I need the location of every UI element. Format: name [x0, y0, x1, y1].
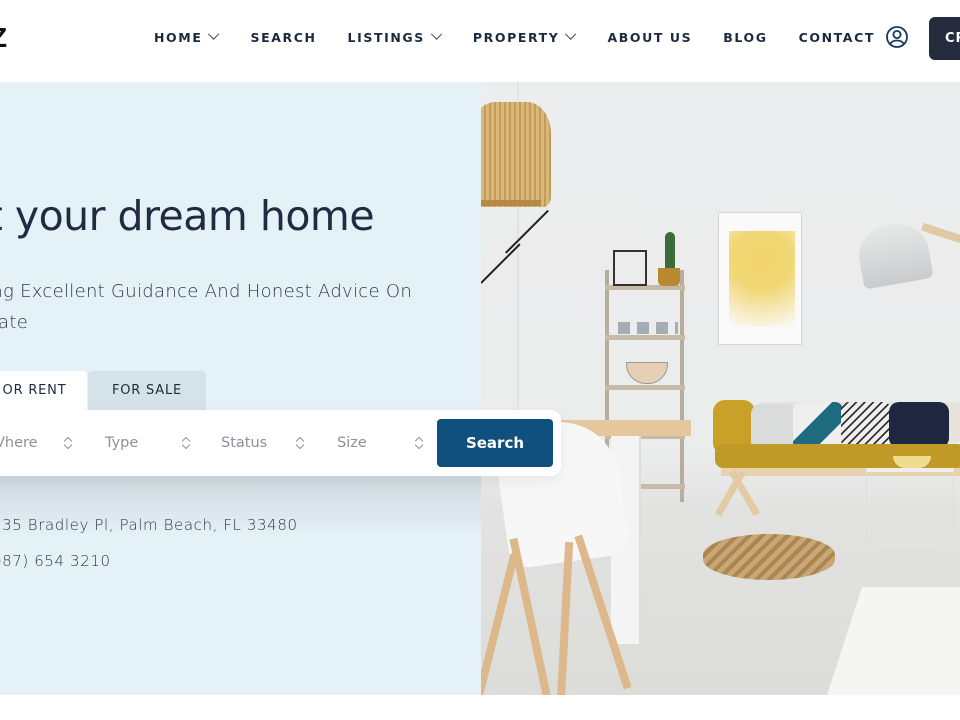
type-select[interactable]: Type: [105, 410, 221, 476]
chair-leg: [556, 541, 574, 695]
size-select-label: Size: [337, 435, 367, 451]
status-select[interactable]: Status: [221, 410, 337, 476]
shelf: [605, 385, 685, 390]
pendant-lamp: [481, 102, 551, 207]
hero-subtitle: viding Excellent Guidance And Honest Adv…: [0, 276, 478, 338]
nav-blog-label: BLOG: [723, 29, 768, 45]
hero-subtitle-line-1: viding Excellent Guidance And Honest Adv…: [0, 281, 413, 302]
chevron-down-icon: [565, 28, 577, 40]
nav-blog[interactable]: BLOG: [723, 28, 767, 46]
select-updown-icon: [64, 437, 72, 449]
select-updown-icon: [296, 437, 304, 449]
cushion: [841, 402, 891, 448]
cushion: [793, 402, 843, 450]
pendant-lamp-rim: [481, 200, 541, 206]
nav-listings-label: LISTINGS: [347, 29, 425, 45]
type-select-label: Type: [105, 435, 139, 451]
search-button[interactable]: Search: [437, 419, 553, 467]
nav-about-us[interactable]: ABOUT US: [607, 28, 692, 46]
create-listing-button[interactable]: CR: [929, 17, 960, 60]
plant-pot: [658, 268, 680, 286]
nav-listings[interactable]: LISTINGS: [347, 28, 443, 46]
user-circle-icon: [886, 26, 908, 48]
nav-about-us-label: ABOUT US: [607, 29, 693, 45]
contact-address: 135 Bradley Pl, Palm Beach, FL 33480: [0, 516, 298, 534]
main-nav: HOME SEARCH LISTINGS PROPERTY ABOUT US B…: [154, 28, 906, 46]
status-select-label: Status: [221, 435, 268, 451]
wicker-pouf: [703, 534, 835, 580]
hero-image: [481, 82, 960, 695]
nav-search-label: SEARCH: [250, 29, 317, 45]
cushion: [889, 402, 949, 448]
where-select[interactable]: Vhere: [0, 410, 103, 476]
fruit-bowl: [626, 362, 668, 384]
size-select[interactable]: Size: [337, 410, 453, 476]
select-updown-icon: [182, 437, 190, 449]
lemon-bowl: [893, 456, 931, 468]
hero-title: et your dream home: [0, 192, 375, 240]
tab-for-rent[interactable]: OR RENT: [0, 371, 87, 411]
chevron-down-icon: [430, 28, 443, 40]
chair-leg: [481, 553, 519, 695]
shelf: [605, 335, 685, 340]
candles: [618, 322, 678, 334]
chevron-down-icon: [208, 28, 220, 40]
nav-contact[interactable]: CONTACT: [799, 28, 875, 46]
where-select-label: Vhere: [0, 435, 38, 451]
select-updown-icon: [415, 437, 423, 449]
terrarium: [613, 250, 647, 286]
stair-rail: [481, 243, 521, 284]
rug: [819, 587, 960, 695]
wire-side-table: [866, 468, 954, 552]
property-search-bar: Vhere Type Status Size Search: [0, 410, 561, 476]
stair-rail: [505, 209, 549, 254]
nav-property[interactable]: PROPERTY: [473, 28, 577, 46]
nav-home[interactable]: HOME: [154, 28, 220, 46]
site-header: Z HOME SEARCH LISTINGS PROPERTY ABOUT US…: [0, 0, 960, 82]
nav-property-label: PROPERTY: [472, 29, 560, 45]
nav-contact-label: CONTACT: [798, 29, 875, 45]
tab-for-sale[interactable]: FOR SALE: [88, 371, 206, 411]
user-account-icon[interactable]: [885, 25, 909, 49]
nav-search[interactable]: SEARCH: [250, 28, 316, 46]
page-bottom-strip: [0, 695, 960, 720]
contact-phone[interactable]: 987) 654 3210: [0, 552, 111, 570]
hero-subtitle-line-2: l Estate: [0, 312, 29, 333]
site-logo[interactable]: Z: [0, 22, 8, 54]
wall-art: [729, 231, 795, 327]
nav-home-label: HOME: [154, 29, 203, 45]
